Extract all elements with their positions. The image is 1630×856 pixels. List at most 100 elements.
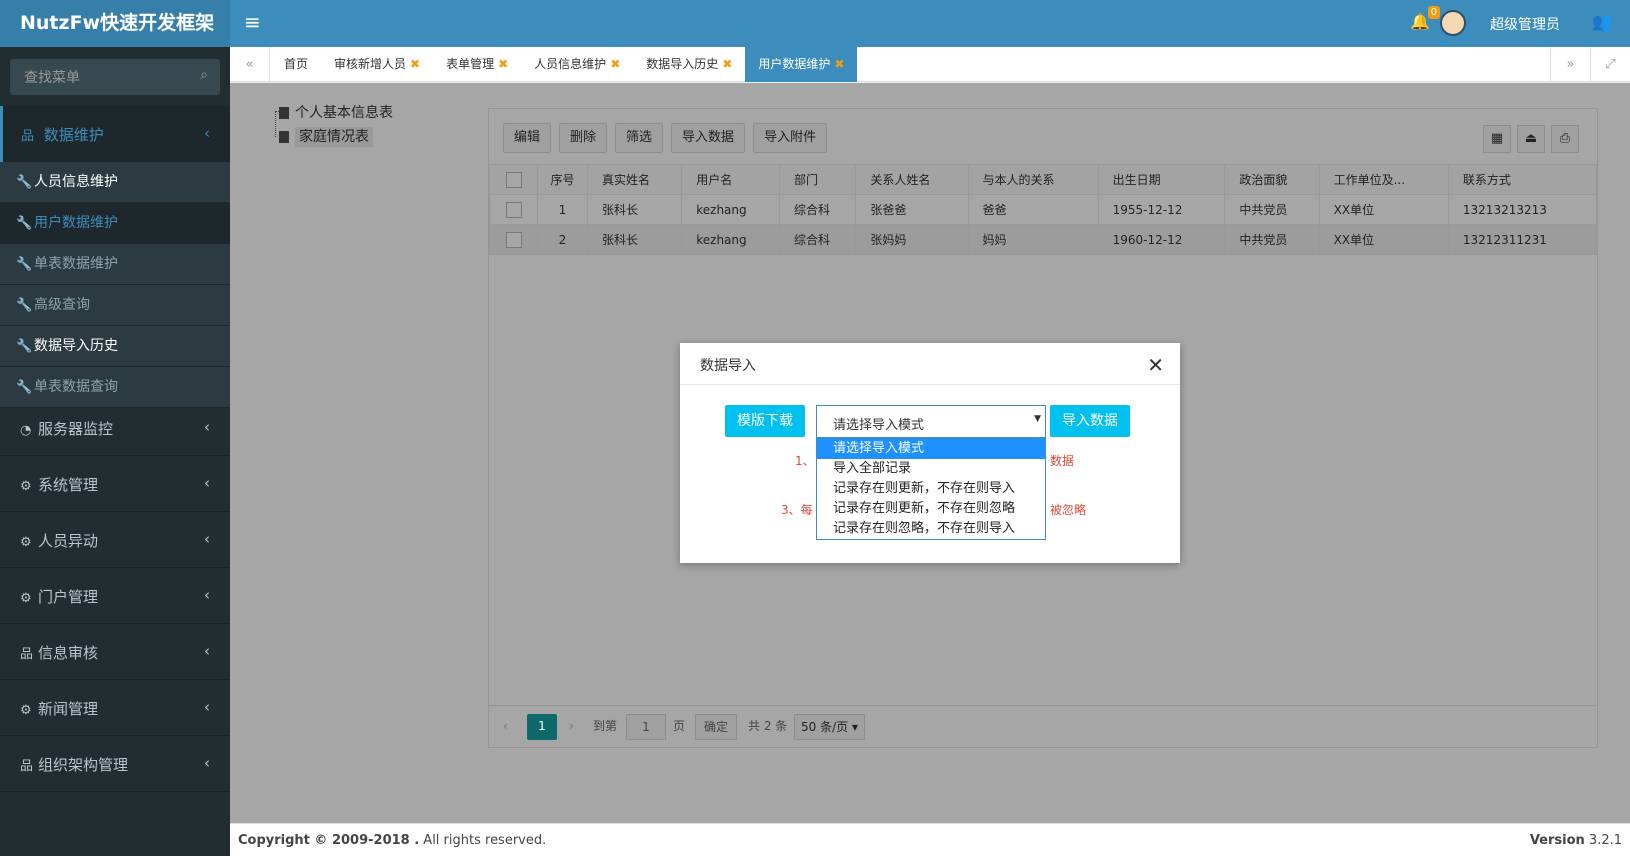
column-header[interactable]: 出生日期 bbox=[1097, 164, 1226, 195]
table-cell: 1 bbox=[537, 194, 588, 225]
print-icon[interactable]: ⎙ bbox=[1551, 125, 1579, 153]
user-name[interactable]: 超级管理员 bbox=[1490, 14, 1560, 34]
fullscreen-icon[interactable]: ⤢ bbox=[1590, 47, 1630, 82]
dashboard-icon: ◔ bbox=[20, 423, 32, 438]
sidebar-item-review[interactable]: 品信息审核 ‹ bbox=[0, 624, 230, 680]
gears-icon: ⚙ bbox=[20, 703, 32, 718]
users-icon[interactable]: 👥 bbox=[1592, 12, 1612, 31]
close-icon[interactable]: ✕ bbox=[1147, 353, 1164, 377]
table-cell: 爸爸 bbox=[967, 194, 1099, 225]
close-icon[interactable]: ✖ bbox=[722, 57, 732, 71]
column-header[interactable]: 联系方式 bbox=[1447, 164, 1598, 195]
chevron-left-icon: ‹ bbox=[204, 754, 210, 772]
dropdown-option[interactable]: 记录存在则忽略，不存在则导入 bbox=[817, 519, 1045, 539]
column-header[interactable]: 与本人的关系 bbox=[967, 164, 1099, 195]
table-cell: 张科长 bbox=[586, 194, 683, 225]
close-icon[interactable]: ✖ bbox=[834, 57, 844, 71]
tab-review-new[interactable]: 审核新增人员 ✖ bbox=[321, 47, 433, 82]
gears-icon: ⚙ bbox=[20, 479, 32, 494]
close-icon[interactable]: ✖ bbox=[498, 57, 508, 71]
column-header[interactable]: 工作单位及... bbox=[1318, 164, 1449, 195]
dropdown-option[interactable]: 请选择导入模式 bbox=[817, 439, 1045, 459]
tab-form-manage[interactable]: 表单管理 ✖ bbox=[433, 47, 521, 82]
submenu-item[interactable]: 🔧 人员信息维护 bbox=[0, 162, 230, 203]
prev-page-icon[interactable]: ‹ bbox=[503, 714, 508, 740]
menu-toggle-icon[interactable]: ≡ bbox=[244, 10, 261, 34]
sidebar-item-org[interactable]: 品组织架构管理 ‹ bbox=[0, 736, 230, 792]
sidebar-item-personnel-change[interactable]: ⚙ 人员异动 ‹ bbox=[0, 512, 230, 568]
sidebar-item-data-maintenance[interactable]: 品 数据维护 ‹ bbox=[0, 106, 230, 162]
row-checkbox[interactable] bbox=[489, 224, 538, 255]
template-download-button[interactable]: 模版下载 bbox=[725, 405, 805, 437]
sidebar: 查找菜单 ⌕ 品 数据维护 ‹ 🔧 人员信息维护 🔧 用户数据维护 🔧 单表数据维护 … bbox=[0, 47, 230, 856]
columns-icon[interactable]: ▦ bbox=[1483, 125, 1511, 153]
tab-user-data[interactable]: 用户数据维护 ✖ bbox=[745, 47, 858, 82]
goto-confirm-button[interactable]: 确定 bbox=[695, 714, 738, 740]
chevron-left-icon: ‹ bbox=[204, 474, 210, 492]
tree-node[interactable]: 个人基本信息表 bbox=[275, 101, 393, 125]
wrench-icon: 🔧 bbox=[16, 339, 33, 354]
file-icon bbox=[279, 107, 289, 119]
per-page-select[interactable]: 50 条/页 ▾ bbox=[794, 714, 865, 740]
import-data-button[interactable]: 导入数据 bbox=[1050, 405, 1130, 437]
chevron-left-icon: ‹ bbox=[204, 698, 210, 716]
column-header[interactable]: 关系人姓名 bbox=[855, 164, 969, 195]
copyright: Copyright © 2009-2018 . All rights reser… bbox=[238, 833, 547, 848]
next-page-icon[interactable]: › bbox=[569, 714, 574, 740]
delete-button[interactable]: 删除 bbox=[559, 123, 608, 153]
tree-node-selected[interactable]: 家庭情况表 bbox=[275, 125, 393, 149]
table-cell: 13212311231 bbox=[1447, 224, 1598, 255]
search-icon[interactable]: ⌕ bbox=[200, 67, 208, 83]
dropdown-option[interactable]: 记录存在则更新，不存在则导入 bbox=[817, 479, 1045, 499]
close-icon[interactable]: ✖ bbox=[610, 57, 620, 71]
hint-3-start: 3、每 bbox=[781, 503, 813, 517]
hint-3-end: 被忽略 bbox=[1050, 503, 1087, 517]
sidebar-item-server-monitor[interactable]: ◔ 服务器监控 ‹ bbox=[0, 400, 230, 456]
dropdown-option[interactable]: 记录存在则更新，不存在则忽略 bbox=[817, 499, 1045, 519]
caret-down-icon: ▼ bbox=[1034, 414, 1041, 424]
toolbar: 编辑 删除 筛选 导入数据 导入附件 bbox=[503, 123, 828, 153]
sidebar-item-news[interactable]: ⚙ 新闻管理 ‹ bbox=[0, 680, 230, 736]
table-cell: 1960-12-12 bbox=[1097, 224, 1226, 255]
page-number[interactable]: 1 bbox=[527, 714, 557, 740]
submenu-item[interactable]: 🔧 数据导入历史 bbox=[0, 326, 230, 367]
menu-search-input[interactable]: 查找菜单 ⌕ bbox=[10, 59, 220, 95]
submenu-item[interactable]: 🔧 用户数据维护 bbox=[0, 203, 230, 244]
close-icon[interactable]: ✖ bbox=[410, 57, 420, 71]
table-cell: 综合科 bbox=[779, 194, 857, 225]
tab-home[interactable]: 首页 bbox=[271, 47, 321, 82]
import-mode-select[interactable]: 请选择导入模式 ▼ bbox=[816, 405, 1046, 438]
avatar[interactable] bbox=[1440, 10, 1466, 36]
tabs-scroll-right-icon[interactable]: » bbox=[1550, 47, 1590, 82]
import-data-button[interactable]: 导入数据 bbox=[671, 123, 746, 153]
submenu-item[interactable]: 🔧 高级查询 bbox=[0, 285, 230, 326]
table-row[interactable]: 1 张科长 kezhang 综合科 张爸爸 爸爸 1955-12-12 中共党员… bbox=[489, 194, 1598, 225]
table-header-row: 序号 真实姓名 用户名 部门 关系人姓名 与本人的关系 出生日期 政治面貌 工作… bbox=[489, 164, 1598, 195]
column-header[interactable]: 用户名 bbox=[681, 164, 781, 195]
column-header[interactable]: 真实姓名 bbox=[586, 164, 683, 195]
table-row[interactable]: 2 张科长 kezhang 综合科 张妈妈 妈妈 1960-12-12 中共党员… bbox=[489, 224, 1598, 255]
submenu-item[interactable]: 🔧 单表数据维护 bbox=[0, 244, 230, 285]
tab-import-history[interactable]: 数据导入历史 ✖ bbox=[633, 47, 745, 82]
tabs-scroll-left-icon[interactable]: « bbox=[230, 47, 270, 82]
column-header[interactable]: 政治面貌 bbox=[1224, 164, 1320, 195]
column-header[interactable]: 序号 bbox=[537, 164, 588, 195]
dropdown-option[interactable]: 导入全部记录 bbox=[817, 459, 1045, 479]
top-navbar: ≡ 🔔 0 超级管理员 👥 bbox=[230, 0, 1630, 47]
row-checkbox[interactable] bbox=[489, 194, 538, 225]
select-all-checkbox[interactable] bbox=[489, 164, 538, 195]
filter-button[interactable]: 筛选 bbox=[615, 123, 664, 153]
sidebar-item-portal[interactable]: ⚙ 门户管理 ‹ bbox=[0, 568, 230, 624]
sidebar-item-system[interactable]: ⚙ 系统管理 ‹ bbox=[0, 456, 230, 512]
tab-personnel-info[interactable]: 人员信息维护 ✖ bbox=[521, 47, 633, 82]
app-logo[interactable]: NutzFw快速开发框架 bbox=[0, 0, 230, 47]
footer: Copyright © 2009-2018 . All rights reser… bbox=[230, 823, 1630, 856]
table-cell: 张爸爸 bbox=[855, 194, 969, 225]
table-cell: XX单位 bbox=[1318, 224, 1449, 255]
goto-page-input[interactable]: 1 bbox=[626, 714, 666, 740]
column-header[interactable]: 部门 bbox=[779, 164, 857, 195]
wrench-icon: 🔧 bbox=[16, 216, 33, 231]
import-attachment-button[interactable]: 导入附件 bbox=[753, 123, 828, 153]
export-icon[interactable]: ⏏ bbox=[1517, 125, 1545, 153]
edit-button[interactable]: 编辑 bbox=[503, 123, 552, 153]
